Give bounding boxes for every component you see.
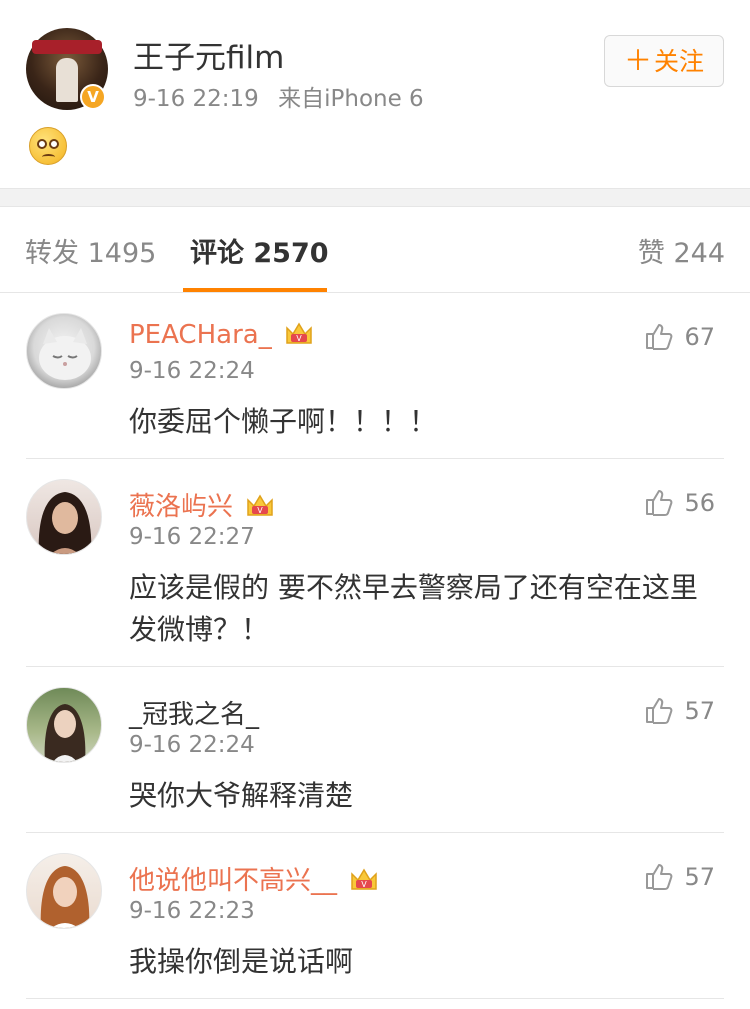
post-meta: 9-16 22:19 来自iPhone 6 — [133, 79, 436, 113]
section-gap — [0, 188, 750, 207]
commenter-name-text: 他说他叫不高兴__ — [129, 866, 338, 896]
svg-text:V: V — [362, 880, 368, 889]
emoji-eye-left — [37, 139, 47, 149]
like-button[interactable]: 57 — [644, 695, 715, 725]
svg-text:V: V — [296, 334, 302, 343]
like-count: 57 — [684, 697, 715, 725]
thumbs-up-icon — [646, 864, 673, 890]
vip-crown-icon: V — [245, 493, 275, 519]
commenter-name[interactable]: PEACHara_ V — [129, 320, 314, 350]
plus-icon: ＋ — [623, 44, 652, 77]
commenter-name[interactable]: _冠我之名_ — [129, 694, 259, 731]
vip-crown-icon: V — [349, 867, 379, 893]
like-button[interactable]: 67 — [644, 321, 715, 351]
thumbs-up-icon — [646, 698, 673, 724]
follow-label: 关注 — [654, 47, 705, 76]
tab-like[interactable]: 赞 244 — [638, 231, 725, 270]
like-button[interactable]: 56 — [644, 487, 715, 517]
commenter-name[interactable]: 薇洛屿兴 V — [129, 486, 275, 523]
avatar-figure — [56, 58, 78, 102]
comment-item: _冠我之名_ 57 9-16 22:24 哭你大爷解释清楚 — [0, 667, 750, 833]
woman-portrait-icon — [38, 492, 92, 554]
like-count: 57 — [684, 863, 715, 891]
vip-crown-icon: V — [284, 321, 314, 347]
commenter-avatar[interactable] — [26, 479, 102, 555]
post-time: 9-16 22:19 — [133, 86, 259, 112]
svg-text:V: V — [258, 506, 264, 515]
like-count: 56 — [684, 489, 715, 517]
author-name[interactable]: 王子元film — [133, 32, 284, 77]
commenter-name[interactable]: 他说他叫不高兴__ V — [129, 860, 379, 897]
commenter-name-text: 薇洛屿兴 — [129, 492, 234, 522]
emoji-mouth — [42, 154, 55, 160]
comment-time: 9-16 22:27 — [129, 524, 255, 550]
avatar-banner — [32, 40, 102, 54]
comment-text: 哭你大爷解释清楚 — [129, 779, 354, 812]
post-header: V 王子元film 9-16 22:19 来自iPhone 6 ＋关注 — [0, 0, 750, 188]
thumbs-up-icon — [646, 324, 673, 350]
sad-face-emoji-icon — [29, 127, 67, 165]
post-source: 来自iPhone 6 — [278, 86, 424, 112]
verified-icon: V — [80, 84, 106, 110]
commenter-avatar[interactable] — [26, 853, 102, 929]
comment-divider — [26, 998, 724, 999]
woman-portrait-icon — [44, 704, 86, 762]
comment-time: 9-16 22:24 — [129, 358, 255, 384]
white-cat-icon — [39, 328, 91, 380]
like-count: 67 — [684, 323, 715, 351]
like-button[interactable]: 57 — [644, 861, 715, 891]
comment-text: 你委屈个懒子啊！！！！ — [129, 405, 438, 438]
tab-bar: 转发 1495 评论 2570 赞 244 — [0, 207, 750, 293]
comment-text: 我操你倒是说话啊 — [129, 945, 354, 978]
comment-time: 9-16 22:24 — [129, 732, 255, 758]
comment-time: 9-16 22:23 — [129, 898, 255, 924]
emoji-eye-right — [49, 139, 59, 149]
thumbs-up-icon — [646, 490, 673, 516]
woman-portrait-icon — [40, 866, 90, 928]
tab-repost[interactable]: 转发 1495 — [25, 231, 156, 270]
commenter-name-text: PEACHara_ — [129, 320, 272, 350]
active-tab-indicator — [183, 288, 327, 292]
commenter-name-text: _冠我之名_ — [129, 700, 260, 730]
follow-button[interactable]: ＋关注 — [604, 35, 724, 87]
comment-text: 应该是假的 要不然早去警察局了还有空在这里发微博？！ — [129, 571, 698, 646]
comment-item: 他说他叫不高兴__ V 57 9-16 22:23 我操你倒是说话啊 — [0, 833, 750, 999]
comment-item: PEACHara_ V 67 9-16 22:24 你委屈个懒子啊！！！！ — [0, 293, 750, 459]
commenter-avatar[interactable] — [26, 687, 102, 763]
comment-item: 薇洛屿兴 V 56 9-16 22:27 应该是假的 要不然早去警察局了还有空在… — [0, 459, 750, 667]
commenter-avatar[interactable] — [26, 313, 102, 389]
